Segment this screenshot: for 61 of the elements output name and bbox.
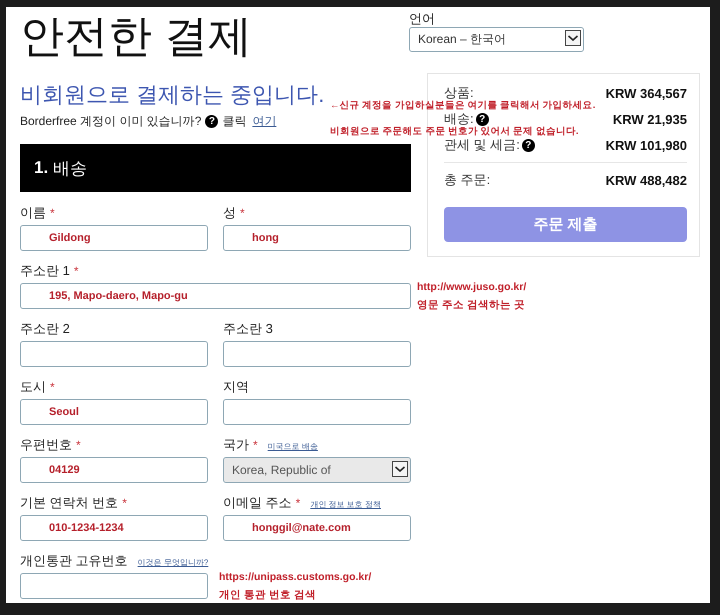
required-mark: * [122, 496, 127, 510]
section-number: 1. [34, 158, 48, 178]
summary-label: 관세 및 세금: [444, 136, 520, 154]
page-title: 안전한 결제 [20, 11, 254, 63]
language-select[interactable]: Korean – 한국어 [409, 27, 584, 52]
field-label: 이메일 주소 [223, 494, 292, 512]
annotation-text: https://unipass.customs.go.kr/ [219, 570, 372, 585]
required-mark: * [240, 206, 245, 220]
required-mark: * [296, 496, 300, 510]
help-icon[interactable]: ? [522, 138, 535, 152]
input-field[interactable] [20, 573, 208, 599]
field-label: 주소란 3 [223, 320, 273, 338]
total-amount: KRW 488,482 [606, 172, 687, 188]
field-label: 성 [223, 204, 236, 222]
help-link[interactable]: 이것은 무엇입니까? [138, 557, 208, 568]
field-label: 국가 [223, 436, 249, 454]
summary-amount: KRW 21,935 [612, 112, 687, 126]
dropdown-icon [565, 30, 581, 46]
login-link[interactable]: 여기 [252, 112, 276, 130]
field-label: 도시 [20, 378, 46, 396]
summary-label: 상품: [444, 84, 474, 100]
field-label: 기본 연락처 번호 [20, 494, 118, 512]
help-icon[interactable]: ? [205, 114, 218, 128]
required-mark: * [76, 438, 81, 452]
input-field[interactable]: honggil@nate.com [223, 515, 411, 541]
summary-amount: KRW 364,567 [606, 86, 687, 100]
annotation-text: 개인 통관 번호 검색 [219, 588, 317, 603]
required-mark: * [253, 438, 258, 452]
input-field[interactable] [223, 341, 411, 367]
input-field[interactable]: Seoul [20, 399, 208, 425]
help-icon[interactable]: ? [476, 112, 489, 126]
language-label: 언어 [409, 10, 436, 27]
total-label: 총 주문: [444, 171, 490, 189]
guest-heading: 비회원으로 결제하는 중입니다. [20, 81, 324, 109]
annotation-text: 비회원으로 주문해도 주문 번호가 있어서 문제 없습니다. [330, 127, 580, 137]
account-question: Borderfree 계정이 이미 있습니까? [20, 112, 202, 130]
summary-label: 배송: [444, 110, 474, 126]
field-label: 우편번호 [20, 436, 72, 454]
required-mark: * [50, 206, 55, 220]
field-label: 주소란 1 [20, 262, 70, 280]
field-label: 주소란 2 [20, 320, 70, 338]
help-link[interactable]: 개인 정보 보호 정책 [310, 499, 381, 510]
input-field[interactable] [223, 399, 411, 425]
summary-amount: KRW 101,980 [606, 138, 687, 152]
field-label: 지역 [223, 378, 249, 396]
annotation-text: 영문 주소 검색하는 곳 [417, 298, 526, 313]
annotation-text: http://www.juso.go.kr/ [417, 280, 526, 295]
input-field[interactable]: 04129 [20, 457, 208, 483]
input-field[interactable] [20, 341, 208, 367]
field-label: 개인통관 고유번호 [20, 552, 128, 570]
field-label: 이름 [20, 204, 46, 222]
click-text: 클릭 [222, 112, 246, 130]
input-field[interactable]: hong [223, 225, 411, 251]
input-field[interactable]: Gildong [20, 225, 208, 251]
dropdown-icon [392, 460, 408, 476]
input-field[interactable]: 010-1234-1234 [20, 515, 208, 541]
annotation-text: ←신규 계정을 가입하실분들은 여기를 클릭해서 가입하세요. [330, 101, 596, 111]
required-mark: * [74, 264, 79, 278]
section-title: 배송 [53, 158, 88, 180]
input-field[interactable]: 195, Mapo-daero, Mapo-gu [20, 283, 411, 309]
required-mark: * [50, 380, 55, 394]
